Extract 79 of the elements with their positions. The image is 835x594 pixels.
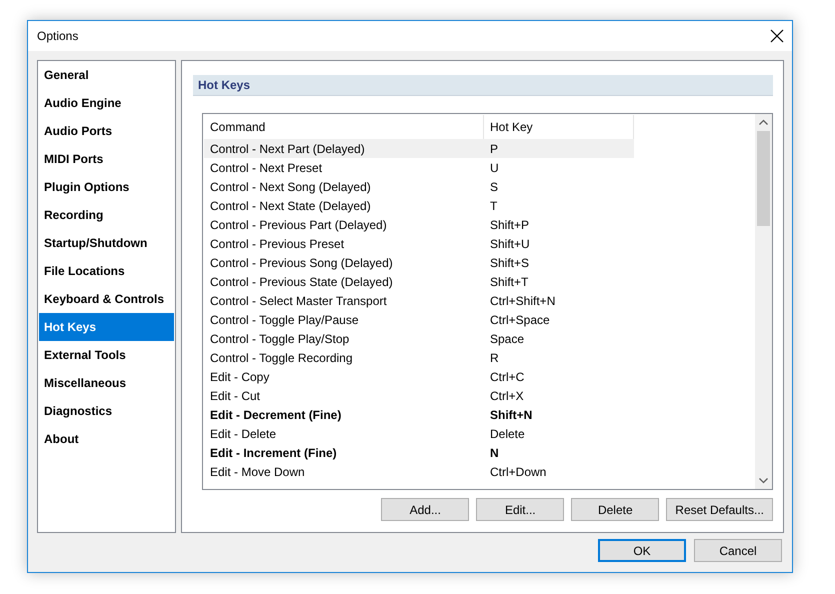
hotkey-cell-text: S (489, 178, 500, 196)
list-action-button[interactable]: Edit... (476, 498, 564, 521)
hotkey-cell-text: Ctrl+Down (489, 464, 548, 480)
command-cell-text: Control - Previous Song (Delayed) (209, 254, 394, 272)
sidebar-item[interactable]: Miscellaneous (39, 369, 174, 397)
table-row[interactable]: Control - Next Part (Delayed) P (204, 139, 634, 158)
hotkey-cell-text: P (489, 140, 500, 158)
command-cell-text: Control - Toggle Play/Pause (209, 312, 360, 328)
command-cell-text: Control - Next Preset (209, 160, 324, 176)
sidebar-item[interactable]: About (39, 425, 174, 453)
dialog-button[interactable]: Cancel (694, 539, 782, 562)
sidebar-item[interactable]: General (39, 61, 174, 89)
sidebar-item[interactable]: Hot Keys (39, 313, 174, 341)
hotkey-cell-text: Ctrl+C (489, 368, 526, 386)
sidebar-item[interactable]: MIDI Ports (39, 145, 174, 173)
hotkey-cell-text: U (489, 160, 500, 176)
table-row[interactable]: Edit - Delete Delete (204, 424, 634, 443)
sidebar-item[interactable]: Recording (39, 201, 174, 229)
close-icon[interactable] (770, 29, 784, 43)
command-cell-text: Edit - Copy (209, 368, 270, 386)
table-row[interactable]: Control - Previous State (Delayed) Shift+T (204, 272, 634, 291)
hotkey-cell-text: Shift+N (489, 406, 534, 424)
hotkey-cell-text: T (489, 198, 498, 214)
command-cell-text: Control - Previous Preset (209, 236, 346, 252)
command-cell-text: Edit - Move Down (209, 464, 306, 480)
table-row[interactable]: Control - Next Preset U (204, 158, 634, 177)
hotkey-cell-text: Shift+T (489, 274, 530, 290)
section-header: Hot Keys (193, 75, 773, 96)
table-row[interactable]: Edit - Increment (Fine) N (204, 443, 634, 462)
list-action-button[interactable]: Delete (571, 498, 660, 521)
command-cell-text: Control - Next State (Delayed) (209, 198, 372, 214)
sidebar-item[interactable]: Keyboard & Controls (39, 285, 174, 313)
list-action-button[interactable]: Reset Defaults... (666, 498, 773, 521)
sidebar-item[interactable]: Startup/Shutdown (39, 229, 174, 257)
sidebar-item[interactable]: Diagnostics (39, 397, 174, 425)
window-title: Options (37, 29, 78, 43)
sidebar-item[interactable]: Audio Engine (39, 89, 174, 117)
command-cell-text: Edit - Cut (209, 388, 262, 404)
table-row[interactable]: Edit - Move Down Ctrl+Down (204, 462, 634, 481)
hotkey-cell-text: Ctrl+Space (489, 312, 551, 328)
hotkey-cell-text: Shift+U (489, 236, 531, 252)
table-row[interactable]: Control - Toggle Recording R (204, 348, 634, 367)
table-row[interactable]: Control - Next Song (Delayed) S (204, 177, 634, 196)
hotkey-cell-text: Space (489, 330, 526, 348)
hotkey-cell-text: R (489, 350, 500, 366)
hotkey-cell-text: Shift+S (489, 254, 530, 272)
command-cell-text: Control - Next Song (Delayed) (209, 178, 372, 196)
table-row[interactable]: Edit - Copy Ctrl+C (204, 367, 634, 386)
command-cell-text: Edit - Decrement (Fine) (209, 406, 342, 424)
command-cell-text: Control - Previous State (Delayed) (209, 274, 394, 290)
list-action-button[interactable]: Add... (381, 498, 470, 521)
table-row[interactable]: Control - Previous Part (Delayed) Shift+P (204, 215, 634, 234)
sidebar-item[interactable]: File Locations (39, 257, 174, 285)
command-cell-text: Control - Previous Part (Delayed) (209, 216, 388, 234)
sidebar-item[interactable]: Audio Ports (39, 117, 174, 145)
hotkey-cell-text: Shift+P (489, 216, 530, 234)
table-row[interactable]: Control - Toggle Play/Stop Space (204, 329, 634, 348)
sidebar-item[interactable]: External Tools (39, 341, 174, 369)
scroll-thumb[interactable] (757, 131, 770, 226)
command-cell-text: Edit - Increment (Fine) (209, 444, 338, 462)
table-row[interactable]: Control - Previous Preset Shift+U (204, 234, 634, 253)
table-row[interactable]: Edit - Decrement (Fine) Shift+N (204, 405, 634, 424)
table-row[interactable]: Control - Select Master Transport Ctrl+Shift+N (204, 291, 634, 310)
dialog-button[interactable]: OK (598, 539, 686, 562)
hotkey-cell-text: Ctrl+X (489, 388, 525, 404)
table-row[interactable]: Edit - Cut Ctrl+X (204, 386, 634, 405)
command-cell-text: Control - Toggle Recording (209, 350, 354, 366)
sidebar-item[interactable]: Plugin Options (39, 173, 174, 201)
table-row[interactable]: Control - Toggle Play/Pause Ctrl+Space (204, 310, 634, 329)
table-row[interactable]: Control - Next State (Delayed) T (204, 196, 634, 215)
hotkey-cell-text: Delete (489, 426, 526, 442)
command-cell-text: Control - Select Master Transport (209, 292, 388, 310)
command-cell-text: Edit - Delete (209, 426, 278, 442)
hotkey-cell-text: N (489, 444, 500, 462)
command-cell-text: Control - Toggle Play/Stop (209, 330, 350, 348)
command-cell-text: Control - Next Part (Delayed) (209, 140, 366, 158)
table-row[interactable]: Control - Previous Song (Delayed) Shift+S (204, 253, 634, 272)
hotkey-cell-text: Ctrl+Shift+N (489, 292, 556, 310)
scrollbar[interactable] (755, 114, 772, 489)
